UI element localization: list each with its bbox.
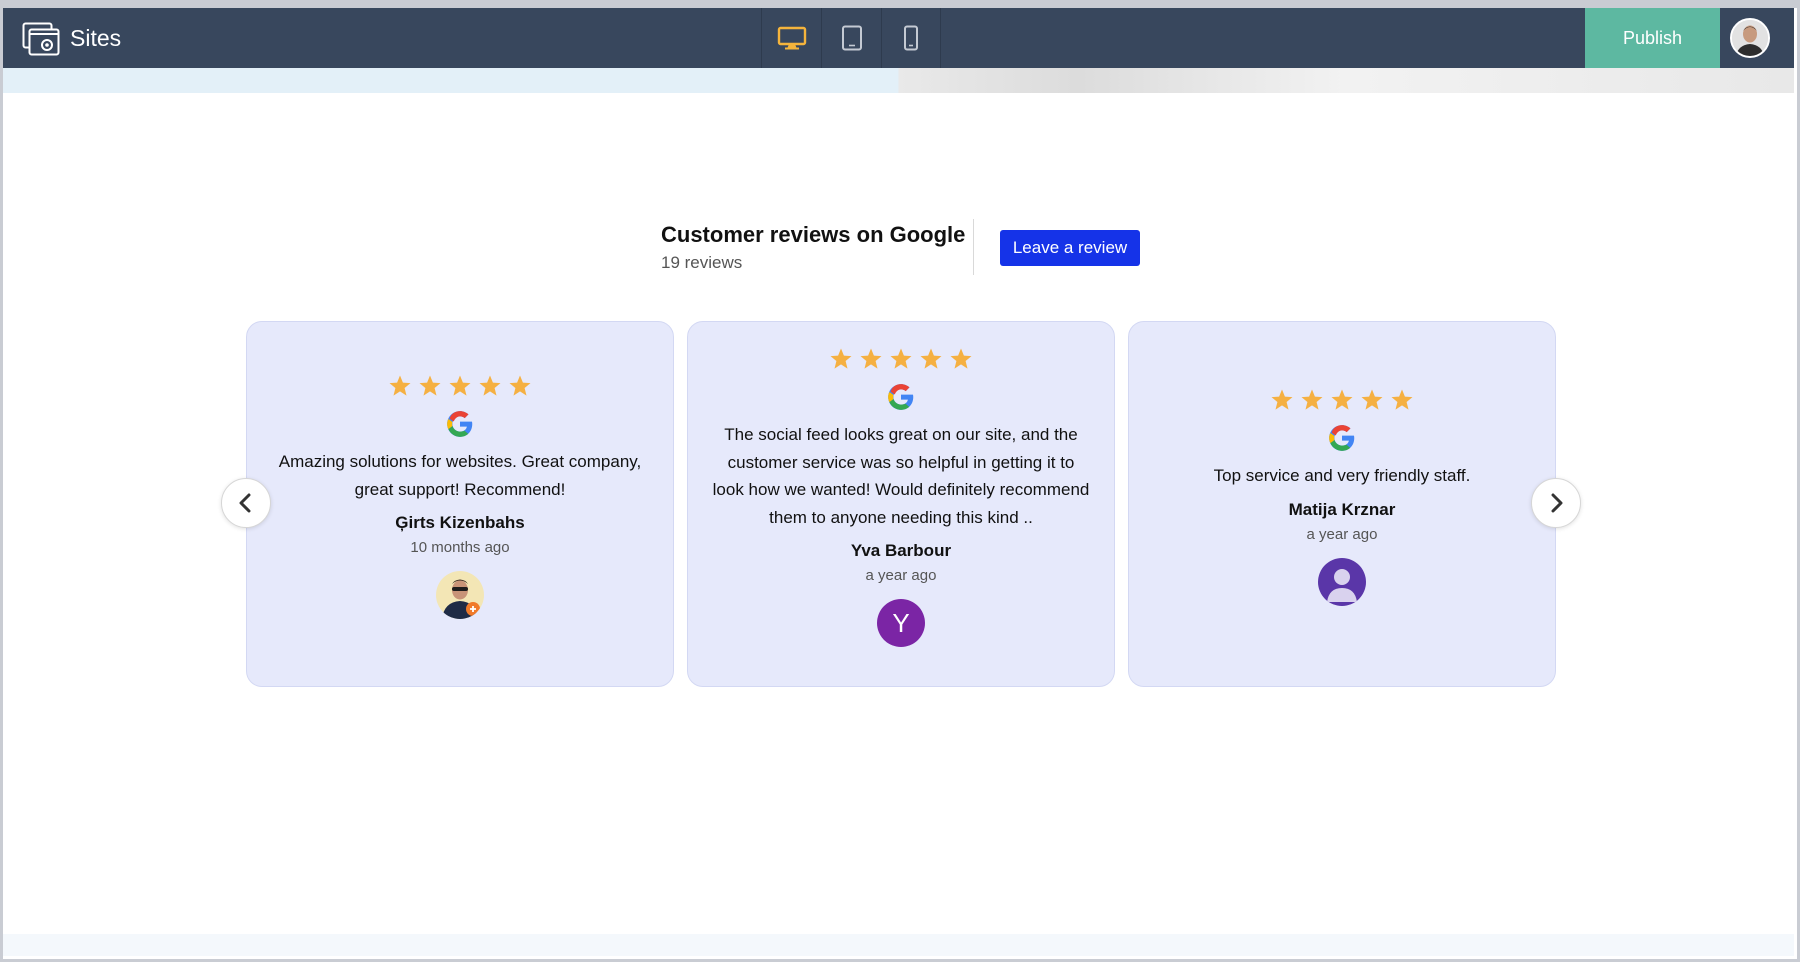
review-text: The social feed looks great on our site,…: [712, 425, 1090, 527]
sites-logo-icon[interactable]: [22, 22, 60, 56]
rating-stars: [1129, 388, 1555, 414]
reviews-header: Customer reviews on Google 19 reviews: [661, 220, 965, 273]
review-text: Top service and very friendly staff.: [1213, 466, 1471, 485]
star-icon: [890, 348, 912, 369]
star-icon: [389, 375, 411, 396]
chevron-right-icon: [1551, 493, 1563, 513]
mobile-icon: [904, 25, 918, 51]
leave-review-button[interactable]: Leave a review: [1000, 230, 1140, 266]
reviewer-name: Matija Krznar: [1288, 499, 1396, 519]
user-photo-icon: [1732, 20, 1768, 56]
carousel-next-button[interactable]: [1531, 478, 1581, 528]
google-icon: [888, 384, 914, 410]
star-icon: [419, 375, 441, 396]
header-divider: [973, 219, 974, 275]
mobile-view-button[interactable]: [881, 8, 941, 68]
app-title: Sites: [70, 25, 122, 51]
review-time: a year ago: [1306, 525, 1378, 543]
star-icon: [920, 348, 942, 369]
device-switcher: [761, 8, 941, 68]
review-text: Amazing solutions for websites. Great co…: [278, 452, 642, 499]
review-time: a year ago: [865, 567, 937, 584]
desktop-view-button[interactable]: [761, 8, 821, 68]
desktop-icon: [777, 26, 806, 50]
reviewer-avatar: [436, 571, 484, 619]
star-icon: [830, 348, 852, 369]
review-card: The social feed looks great on our site,…: [687, 321, 1115, 687]
star-icon: [950, 348, 972, 369]
star-icon: [860, 348, 882, 369]
reviewer-name: Ģirts Kizenbahs: [395, 513, 525, 532]
reviewer-avatar: [1318, 557, 1366, 606]
reviewer-name: Yva Barbour: [850, 541, 952, 560]
review-card: Top service and very friendly staff. Mat…: [1128, 321, 1556, 687]
star-icon: [1361, 389, 1383, 410]
carousel-prev-button[interactable]: [221, 478, 271, 528]
chevron-left-icon: [239, 493, 251, 513]
reviewer-avatar: Y: [877, 599, 925, 647]
google-icon: [447, 411, 473, 437]
publish-button[interactable]: Publish: [1585, 8, 1720, 68]
star-icon: [509, 375, 531, 396]
rating-stars: [247, 374, 673, 400]
person-icon: [1327, 568, 1357, 602]
star-icon: [1391, 389, 1413, 410]
page-banner-strip: [3, 68, 1794, 93]
reviews-count: 19 reviews: [661, 253, 743, 272]
star-icon: [449, 375, 471, 396]
star-icon: [1301, 389, 1323, 410]
rating-stars: [688, 347, 1114, 373]
star-icon: [1331, 389, 1353, 410]
review-card: Amazing solutions for websites. Great co…: [246, 321, 674, 687]
tablet-icon: [841, 25, 862, 51]
star-icon: [1271, 389, 1293, 410]
user-avatar[interactable]: [1730, 18, 1770, 58]
reviewer-photo-icon: [436, 571, 484, 619]
tablet-view-button[interactable]: [821, 8, 881, 68]
page-footer-strip: [3, 934, 1794, 956]
review-time: 10 months ago: [410, 539, 510, 556]
top-bar: Sites Publish: [3, 8, 1794, 68]
star-icon: [479, 375, 501, 396]
reviews-title: Customer reviews on Google: [661, 222, 966, 247]
google-icon: [1329, 425, 1355, 451]
